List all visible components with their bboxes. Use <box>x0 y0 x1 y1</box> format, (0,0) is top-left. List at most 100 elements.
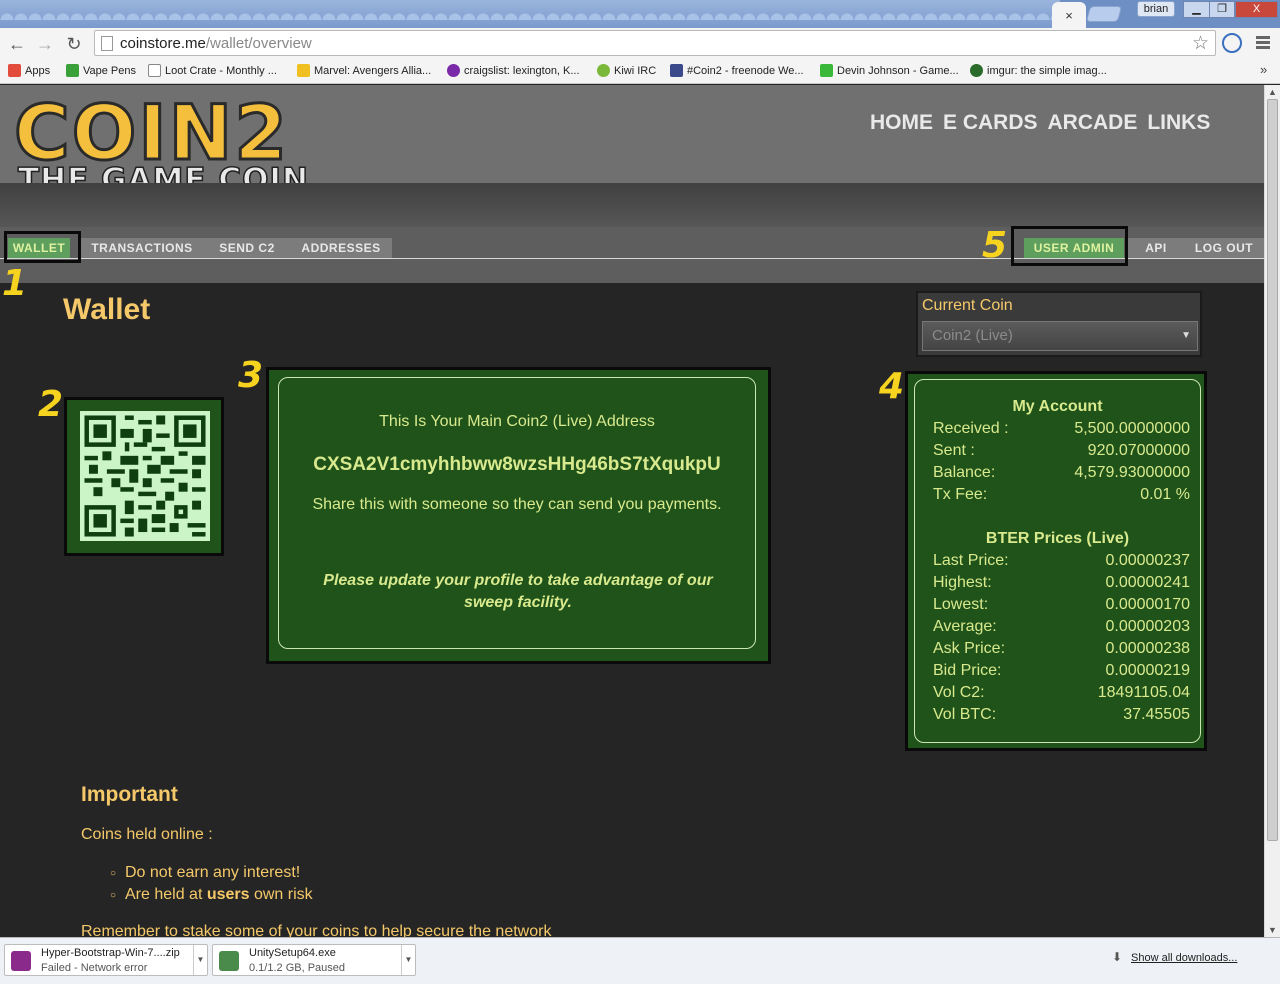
bookmark-item[interactable]: Vape Pens <box>66 64 136 77</box>
kiwi-icon <box>597 64 610 77</box>
profile-notice[interactable]: Please update your profile to take advan… <box>314 570 722 614</box>
wallet-address[interactable]: CXSA2V1cmyhhbww8wzsHHg46bS7tXqukpU <box>279 454 755 476</box>
account-row: Sent :920.07000000 <box>933 442 1190 459</box>
nav-home[interactable]: HOME <box>870 111 933 135</box>
tab-send-c2[interactable]: SEND C2 <box>204 238 290 258</box>
profile-badge[interactable]: brian <box>1137 1 1175 17</box>
scroll-up-icon[interactable]: ▲ <box>1268 87 1277 97</box>
url-text[interactable]: coinstore.me/wallet/overview <box>120 35 312 52</box>
page-icon <box>101 36 113 51</box>
download-item[interactable]: Hyper-Bootstrap-Win-7....zip Failed - Ne… <box>4 944 208 976</box>
new-tab-button[interactable] <box>1085 6 1123 22</box>
current-coin-label: Current Coin <box>922 297 1013 314</box>
download-status: 0.1/1.2 GB, Paused <box>249 962 346 974</box>
extension-icon[interactable] <box>1222 33 1242 53</box>
account-box: My Account Received :5,500.00000000 Sent… <box>905 371 1207 751</box>
highlight-box-1 <box>4 231 81 263</box>
annotation-1: 1 <box>2 263 28 304</box>
account-row: Balance: 4,579.93000000 <box>933 464 1190 481</box>
annotation-5: 5 <box>982 225 1008 266</box>
page-icon <box>148 64 161 77</box>
bookmark-item[interactable]: Marvel: Avengers Allia... <box>297 64 431 77</box>
bookmark-item[interactable]: #Coin2 - freenode We... <box>670 64 804 77</box>
price-row: Average: 0.00000203 <box>933 618 1190 635</box>
close-window-button[interactable]: X <box>1235 1 1278 18</box>
download-item[interactable]: UnitySetup64.exe 0.1/1.2 GB, Paused ▼ <box>212 944 416 976</box>
page-scrollbar[interactable]: ▲ ▼ <box>1264 85 1280 937</box>
reload-icon[interactable]: ↻ <box>63 33 85 55</box>
profile-icon <box>820 64 833 77</box>
bookmarks-bar: Apps Vape Pens Loot Crate - Monthly ... … <box>0 60 1280 84</box>
account-title: My Account <box>1012 398 1103 415</box>
price-row: Vol BTC: 37.45505 <box>933 706 1190 723</box>
bookmark-item[interactable]: imgur: the simple imag... <box>970 64 1107 77</box>
important-heading: Important <box>81 783 178 806</box>
account-inner: My Account Received :5,500.00000000 Sent… <box>914 379 1201 743</box>
price-row: Highest: 0.00000241 <box>933 574 1190 591</box>
highlight-box-5 <box>1011 226 1128 266</box>
share-text: Share this with someone so they can send… <box>312 496 722 513</box>
address-box: This Is Your Main Coin2 (Live) Address C… <box>266 367 771 664</box>
browser-title-bar: × brian ▁ ❐ X <box>0 0 1280 28</box>
installer-file-icon <box>219 951 239 971</box>
account-row: Tx Fee: 0.01 % <box>933 486 1190 503</box>
forward-icon[interactable]: → <box>34 33 56 55</box>
site-header: COIN2 THE GAME COIN HOME E CARDS ARCADE … <box>0 85 1264 196</box>
address-heading: This Is Your Main Coin2 (Live) Address <box>379 413 655 430</box>
download-arrow-icon: ⬇ <box>1112 950 1123 964</box>
minimize-button[interactable]: ▁ <box>1183 1 1210 18</box>
leaf-icon <box>66 64 79 77</box>
list-item: Are held at users own risk <box>110 886 313 904</box>
tab-addresses[interactable]: ADDRESSES <box>290 238 392 258</box>
address-inner: This Is Your Main Coin2 (Live) Address C… <box>278 377 756 649</box>
annotation-2: 2 <box>38 384 64 425</box>
bookmark-item[interactable]: Apps <box>8 64 50 77</box>
page-title: Wallet <box>63 293 151 326</box>
bookmark-item[interactable]: craigslist: lexington, K... <box>447 64 580 77</box>
downloads-bar: Hyper-Bootstrap-Win-7....zip Failed - Ne… <box>0 937 1280 984</box>
tab-api[interactable]: API <box>1128 238 1184 258</box>
bookmark-item[interactable]: Devin Johnson - Game... <box>820 64 959 77</box>
qr-code <box>80 411 210 541</box>
bookmarks-overflow-icon[interactable]: » <box>1260 62 1267 77</box>
download-filename: UnitySetup64.exe <box>249 947 336 959</box>
current-coin-value: Coin2 (Live) <box>932 327 1013 344</box>
header-band <box>0 183 1264 227</box>
address-bar[interactable]: coinstore.me/wallet/overview ☆ <box>94 30 1216 56</box>
back-icon[interactable]: ← <box>6 33 28 55</box>
scrollbar-thumb[interactable] <box>1267 99 1278 841</box>
archive-file-icon <box>11 951 31 971</box>
current-coin-select[interactable]: Coin2 (Live) ▼ <box>922 321 1198 351</box>
site-logo[interactable]: COIN2 <box>12 93 289 172</box>
menu-icon[interactable] <box>1256 36 1270 50</box>
price-row: Lowest: 0.00000170 <box>933 596 1190 613</box>
current-coin-panel: Current Coin Coin2 (Live) ▼ <box>916 291 1202 357</box>
prices-title: BTER Prices (Live) <box>985 530 1130 547</box>
apps-grid-icon <box>8 64 21 77</box>
price-row: Last Price: 0.00000237 <box>933 552 1190 569</box>
tab-log-out[interactable]: LOG OUT <box>1184 238 1264 258</box>
scroll-down-icon[interactable]: ▼ <box>1268 925 1277 935</box>
show-all-downloads-link[interactable]: Show all downloads... <box>1131 952 1237 964</box>
bookmark-item[interactable]: Loot Crate - Monthly ... <box>148 64 277 77</box>
marvel-icon <box>297 64 310 77</box>
price-row: Bid Price: 0.00000219 <box>933 662 1190 679</box>
maximize-button[interactable]: ❐ <box>1209 1 1235 18</box>
top-nav: HOME E CARDS ARCADE LINKS <box>870 111 1210 135</box>
tab-strip <box>0 0 1060 28</box>
bookmark-item[interactable]: Kiwi IRC <box>597 64 656 77</box>
nav-ecards[interactable]: E CARDS <box>943 111 1038 135</box>
tab-transactions[interactable]: TRANSACTIONS <box>80 238 204 258</box>
download-status: Failed - Network error <box>41 962 148 974</box>
price-row: Vol C2: 18491105.04 <box>933 684 1190 701</box>
close-tab-button[interactable]: × <box>1052 2 1086 28</box>
page-viewport: COIN2 THE GAME COIN HOME E CARDS ARCADE … <box>0 85 1264 937</box>
irc-icon <box>670 64 683 77</box>
chevron-down-icon[interactable]: ▼ <box>401 945 415 975</box>
bookmark-star-icon[interactable]: ☆ <box>1192 32 1209 55</box>
chevron-down-icon[interactable]: ▼ <box>193 945 207 975</box>
nav-arcade[interactable]: ARCADE <box>1048 111 1138 135</box>
nav-links[interactable]: LINKS <box>1147 111 1210 135</box>
list-item: Do not earn any interest! <box>110 864 300 882</box>
download-filename: Hyper-Bootstrap-Win-7....zip <box>41 947 180 959</box>
